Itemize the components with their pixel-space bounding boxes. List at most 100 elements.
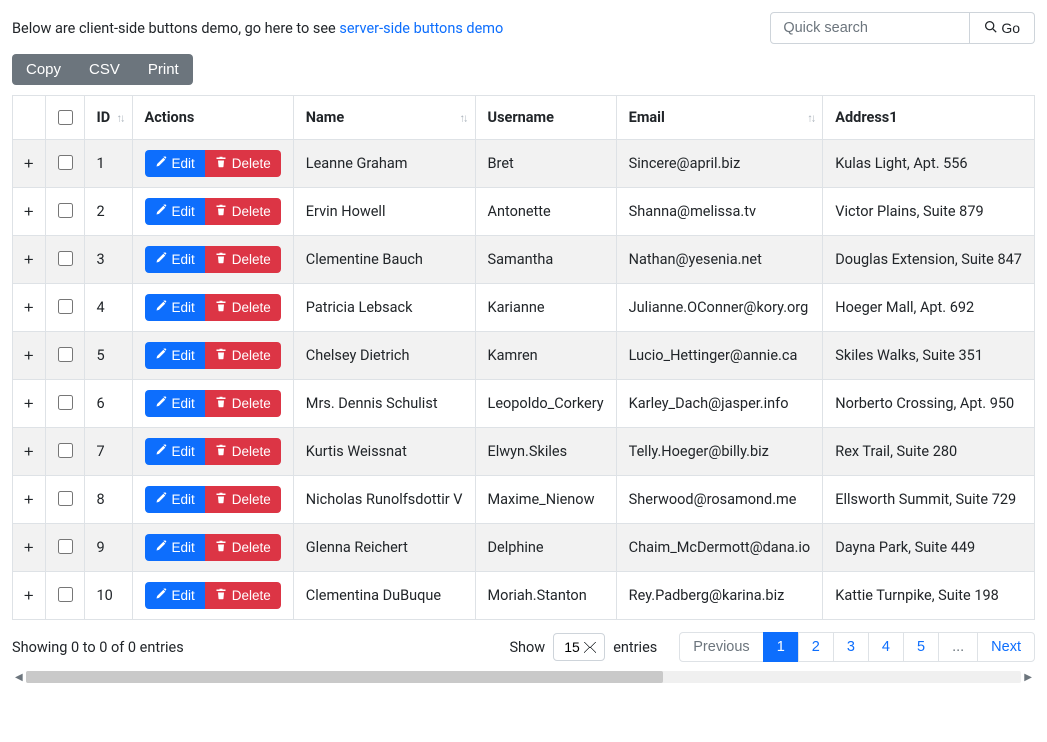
sort-icon: ↑↓: [460, 111, 467, 124]
row-checkbox[interactable]: [58, 347, 73, 362]
expand-button[interactable]: +: [22, 538, 36, 558]
scroll-track[interactable]: [26, 671, 1022, 683]
expand-button[interactable]: +: [22, 394, 36, 414]
row-checkbox[interactable]: [58, 491, 73, 506]
col-email[interactable]: Email ↑↓: [616, 96, 823, 140]
edit-label: Edit: [172, 540, 195, 555]
trash-icon: [215, 588, 227, 603]
page-prev: Previous: [679, 632, 763, 662]
row-checkbox[interactable]: [58, 395, 73, 410]
expand-button[interactable]: +: [22, 442, 36, 462]
table-row: +8EditDeleteNicholas Runolfsdottir VMaxi…: [13, 476, 1034, 524]
page-4[interactable]: 4: [868, 632, 904, 662]
col-address1[interactable]: Address1: [823, 96, 1034, 140]
cell-name: Mrs. Dennis Schulist: [293, 380, 475, 428]
expand-button[interactable]: +: [22, 346, 36, 366]
edit-button[interactable]: Edit: [145, 294, 205, 321]
edit-label: Edit: [172, 156, 195, 171]
row-checkbox[interactable]: [58, 299, 73, 314]
page-2[interactable]: 2: [798, 632, 834, 662]
cell-email: Sherwood@rosamond.me: [616, 476, 823, 524]
cell-name: Chelsey Dietrich: [293, 332, 475, 380]
cell-id: 2: [84, 188, 132, 236]
cell-actions: EditDelete: [132, 284, 293, 332]
expand-button[interactable]: +: [22, 202, 36, 222]
page-1[interactable]: 1: [763, 632, 799, 662]
search-go-button[interactable]: Go: [970, 12, 1035, 44]
cell-email: Julianne.OConner@kory.org: [616, 284, 823, 332]
delete-label: Delete: [232, 444, 271, 459]
edit-icon: [155, 588, 167, 603]
col-name[interactable]: Name ↑↓: [293, 96, 475, 140]
row-checkbox[interactable]: [58, 203, 73, 218]
col-username[interactable]: Username: [475, 96, 616, 140]
table-row: +9EditDeleteGlenna ReichertDelphineChaim…: [13, 524, 1034, 572]
row-checkbox[interactable]: [58, 443, 73, 458]
scroll-left-icon[interactable]: ◀: [12, 672, 26, 683]
row-checkbox[interactable]: [58, 251, 73, 266]
edit-icon: [155, 396, 167, 411]
select-all-checkbox[interactable]: [58, 110, 73, 125]
col-select-all[interactable]: [45, 96, 84, 140]
cell-id: 3: [84, 236, 132, 284]
table-row: +4EditDeletePatricia LebsackKarianneJuli…: [13, 284, 1034, 332]
row-checkbox[interactable]: [58, 587, 73, 602]
expand-button[interactable]: +: [22, 298, 36, 318]
delete-button[interactable]: Delete: [205, 246, 281, 273]
scroll-thumb[interactable]: [26, 671, 663, 683]
edit-button[interactable]: Edit: [145, 486, 205, 513]
cell-id: 5: [84, 332, 132, 380]
edit-button[interactable]: Edit: [145, 582, 205, 609]
expand-button[interactable]: +: [22, 250, 36, 270]
cell-username: Elwyn.Skiles: [475, 428, 616, 476]
edit-icon: [155, 252, 167, 267]
data-table: ID ↑↓ Actions Name ↑↓ Username Email ↑↓: [13, 96, 1034, 620]
search-icon: [984, 20, 997, 36]
delete-button[interactable]: Delete: [205, 294, 281, 321]
row-checkbox[interactable]: [58, 539, 73, 554]
length-select[interactable]: 15: [553, 633, 605, 661]
delete-button[interactable]: Delete: [205, 486, 281, 513]
edit-button[interactable]: Edit: [145, 198, 205, 225]
sort-icon: ↑↓: [117, 111, 124, 124]
scroll-right-icon[interactable]: ▶: [1021, 672, 1035, 683]
edit-label: Edit: [172, 588, 195, 603]
edit-label: Edit: [172, 444, 195, 459]
delete-label: Delete: [232, 348, 271, 363]
page-next[interactable]: Next: [977, 632, 1035, 662]
edit-icon: [155, 444, 167, 459]
edit-button[interactable]: Edit: [145, 342, 205, 369]
cell-name: Ervin Howell: [293, 188, 475, 236]
delete-button[interactable]: Delete: [205, 390, 281, 417]
cell-username: Moriah.Stanton: [475, 572, 616, 620]
delete-button[interactable]: Delete: [205, 150, 281, 177]
expand-button[interactable]: +: [22, 586, 36, 606]
edit-button[interactable]: Edit: [145, 534, 205, 561]
delete-label: Delete: [232, 204, 271, 219]
horizontal-scrollbar[interactable]: ◀ ▶: [12, 670, 1035, 684]
delete-button[interactable]: Delete: [205, 534, 281, 561]
csv-button[interactable]: CSV: [75, 54, 134, 85]
page-3[interactable]: 3: [833, 632, 869, 662]
cell-actions: EditDelete: [132, 236, 293, 284]
delete-button[interactable]: Delete: [205, 198, 281, 225]
expand-button[interactable]: +: [22, 490, 36, 510]
delete-button[interactable]: Delete: [205, 342, 281, 369]
server-side-link[interactable]: server-side buttons demo: [339, 20, 503, 37]
expand-button[interactable]: +: [22, 154, 36, 174]
delete-button[interactable]: Delete: [205, 438, 281, 465]
delete-label: Delete: [232, 588, 271, 603]
edit-button[interactable]: Edit: [145, 150, 205, 177]
cell-email: Telly.Hoeger@billy.biz: [616, 428, 823, 476]
copy-button[interactable]: Copy: [12, 54, 75, 85]
delete-button[interactable]: Delete: [205, 582, 281, 609]
row-checkbox[interactable]: [58, 155, 73, 170]
col-id[interactable]: ID ↑↓: [84, 96, 132, 140]
print-button[interactable]: Print: [134, 54, 193, 85]
search-input[interactable]: [770, 12, 970, 44]
edit-icon: [155, 492, 167, 507]
page-5[interactable]: 5: [903, 632, 939, 662]
edit-button[interactable]: Edit: [145, 390, 205, 417]
edit-button[interactable]: Edit: [145, 438, 205, 465]
edit-button[interactable]: Edit: [145, 246, 205, 273]
